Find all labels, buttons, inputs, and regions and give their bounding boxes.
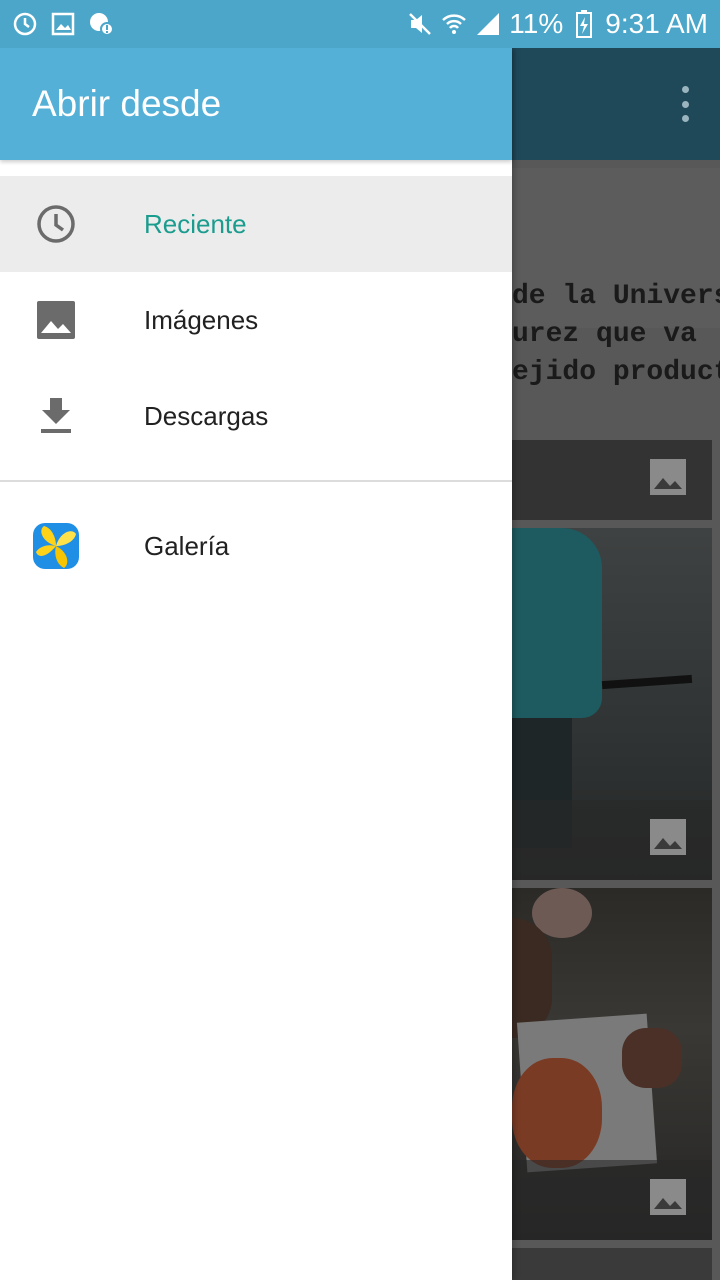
drawer-item-label: Reciente xyxy=(144,208,247,239)
signal-icon xyxy=(475,11,501,37)
drawer-list: Reciente Imágenes Descargas Galería xyxy=(0,160,512,594)
file-thumbnail xyxy=(512,528,712,880)
drawer-item-label: Descargas xyxy=(144,400,269,431)
image-notification-icon xyxy=(50,11,76,37)
sync-icon xyxy=(12,11,38,37)
drawer-item-label: Galería xyxy=(144,530,230,561)
drawer-item-gallery[interactable]: Galería xyxy=(0,498,512,594)
drawer-item-images[interactable]: Imágenes xyxy=(0,272,512,368)
document-line: de la Univers xyxy=(512,281,720,312)
file-thumbnail xyxy=(512,888,712,1240)
status-bar: 11% 9:31 AM xyxy=(0,0,720,48)
battery-percentage: 11% xyxy=(509,8,564,39)
mute-icon xyxy=(407,11,433,37)
navigation-drawer: Abrir desde Reciente Imágenes Descargas xyxy=(0,48,512,1280)
clock-icon xyxy=(32,200,80,248)
document-thumbnail: de la Univers urez que va ejido product xyxy=(512,168,720,388)
drawer-item-label: Imágenes xyxy=(144,304,259,335)
file-thumbnail xyxy=(512,1248,712,1280)
wifi-icon xyxy=(441,11,467,37)
image-icon xyxy=(32,296,80,344)
gallery-app-icon xyxy=(32,522,80,570)
image-icon xyxy=(650,459,686,500)
document-line: ejido product xyxy=(512,357,720,388)
battery-charging-icon xyxy=(571,10,597,38)
chat-alert-icon xyxy=(88,11,114,37)
drawer-item-downloads[interactable]: Descargas xyxy=(0,368,512,464)
file-thumbnail xyxy=(512,440,712,520)
document-line: urez que va xyxy=(512,319,697,350)
download-icon xyxy=(32,392,80,440)
drawer-item-recent[interactable]: Reciente xyxy=(0,176,512,272)
drawer-header: Abrir desde xyxy=(0,48,512,160)
drawer-title: Abrir desde xyxy=(32,83,222,124)
image-icon xyxy=(650,1179,686,1220)
image-icon xyxy=(650,819,686,860)
clock-time: 9:31 AM xyxy=(605,8,708,39)
divider xyxy=(0,480,512,482)
more-vert-icon xyxy=(680,86,690,122)
